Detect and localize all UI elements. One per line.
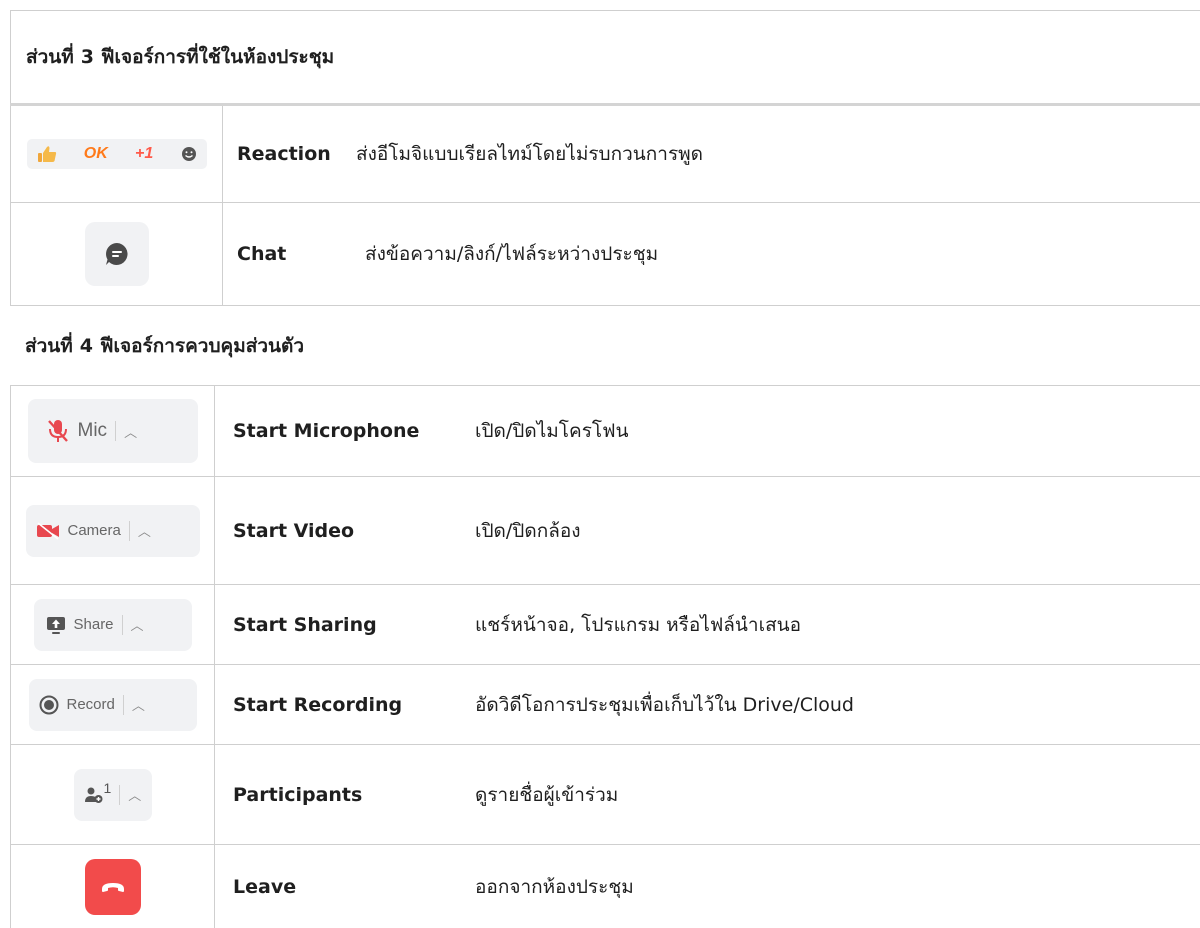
feature-description: ดูรายชื่อผู้เข้าร่วม xyxy=(475,783,619,806)
divider xyxy=(121,614,123,635)
section-prefix: ส่วนที่ xyxy=(26,46,74,68)
feature-name: Start Microphone xyxy=(233,420,420,442)
feature-row-recording: Record ︿ Start Recording อัดวิดีโอการประ… xyxy=(10,665,1200,744)
section-number: 3 xyxy=(80,46,95,68)
feature-row-sharing: Share ︿ Start Sharing แชร์หน้าจอ, โปรแกร… xyxy=(10,585,1200,664)
feature-document: ส่วนที่ 3 ฟีเจอร์การที่ใช้ในห้องประชุม O… xyxy=(10,10,1200,928)
chevron-up-icon[interactable]: ︿ xyxy=(128,785,141,804)
icon-cell xyxy=(11,203,223,305)
record-label: Record xyxy=(66,696,115,713)
feature-name: Start Video xyxy=(233,519,355,542)
feature-description: ออกจากห้องประชุม xyxy=(475,875,634,898)
share-screen-icon xyxy=(46,616,65,634)
feature-row-participants: 1 ︿ Participants ดูรายชื่อผู้เข้าร่วม xyxy=(10,745,1200,844)
feature-description: แชร์หน้าจอ, โปรแกรม หรือไฟล์นำเสนอ xyxy=(475,613,802,636)
icon-cell xyxy=(11,845,215,928)
feature-name: Participants xyxy=(233,783,363,806)
feature-row-leave: Leave ออกจากห้องประชุม xyxy=(10,845,1200,928)
chevron-up-icon[interactable]: ︿ xyxy=(138,521,151,540)
section-title: ฟีเจอร์การควบคุมส่วนตัว xyxy=(100,335,305,357)
icon-cell: OK +1 xyxy=(11,106,223,202)
camera-button[interactable]: Camera ︿ xyxy=(25,504,200,557)
share-label: Share xyxy=(73,616,114,633)
section-4-header: ส่วนที่ 4 ฟีเจอร์การควบคุมส่วนตัว xyxy=(10,306,1200,386)
reaction-button[interactable]: OK +1 xyxy=(26,139,207,169)
feature-row-reaction: OK +1 Reaction ส่งอีโมจิแบบเรียลไทม์โดยไ… xyxy=(10,106,1200,202)
icon-cell: Camera ︿ xyxy=(11,477,215,584)
icon-cell: Mic ︿ xyxy=(11,386,215,476)
leave-button[interactable] xyxy=(84,858,141,915)
thumbs-up-icon xyxy=(37,146,56,162)
participants-button[interactable]: 1 ︿ xyxy=(73,768,152,821)
mic-off-icon xyxy=(47,420,68,442)
chevron-up-icon[interactable]: ︿ xyxy=(131,615,144,634)
feature-name: Start Recording xyxy=(233,693,403,716)
feature-description: เปิด/ปิดกล้อง xyxy=(475,519,581,542)
chat-button[interactable] xyxy=(84,222,149,286)
mic-label: Mic xyxy=(77,420,108,441)
participant-count: 1 xyxy=(103,779,112,796)
plus-one-reaction: +1 xyxy=(135,145,154,162)
feature-row-microphone: Mic ︿ Start Microphone เปิด/ปิดไมโครโฟน xyxy=(10,386,1200,476)
feature-name: Start Sharing xyxy=(233,613,377,636)
mic-button[interactable]: Mic ︿ xyxy=(27,399,198,463)
camera-label: Camera xyxy=(67,522,121,539)
section-3-header: ส่วนที่ 3 ฟีเจอร์การที่ใช้ในห้องประชุม xyxy=(10,10,1200,104)
feature-name: Leave xyxy=(233,875,297,898)
smiley-icon xyxy=(181,147,196,161)
feature-description: ส่งอีโมจิแบบเรียลไทม์โดยไม่รบกวนการพูด xyxy=(356,143,704,165)
feature-row-video: Camera ︿ Start Video เปิด/ปิดกล้อง xyxy=(10,477,1200,584)
section-title: ฟีเจอร์การที่ใช้ในห้องประชุม xyxy=(101,46,335,68)
icon-cell: 1 ︿ xyxy=(11,745,215,844)
chevron-up-icon[interactable]: ︿ xyxy=(132,695,145,714)
icon-cell: Record ︿ xyxy=(11,665,215,744)
divider xyxy=(128,520,130,541)
feature-description: ส่งข้อความ/ลิงก์/ไฟล์ระหว่างประชุม xyxy=(365,243,659,265)
ok-reaction: OK xyxy=(83,145,108,162)
feature-name: Reaction xyxy=(237,143,331,165)
leave-call-icon xyxy=(101,882,124,892)
divider xyxy=(122,694,124,715)
icon-cell: Share ︿ xyxy=(11,585,215,664)
share-button[interactable]: Share ︿ xyxy=(33,598,192,651)
record-button[interactable]: Record ︿ xyxy=(28,678,197,731)
participants-icon-wrap: 1 xyxy=(84,780,111,804)
section-prefix: ส่วนที่ xyxy=(25,335,73,357)
feature-name: Chat xyxy=(237,243,287,265)
feature-description: เปิด/ปิดไมโครโฟน xyxy=(475,420,629,442)
feature-row-chat: Chat ส่งข้อความ/ลิงก์/ไฟล์ระหว่างประชุม xyxy=(10,203,1200,305)
feature-description: อัดวิดีโอการประชุมเพื่อเก็บไว้ใน Drive/C… xyxy=(475,693,854,716)
divider xyxy=(115,421,117,441)
chat-icon xyxy=(105,243,128,265)
divider xyxy=(119,784,121,805)
participants-icon xyxy=(84,787,102,803)
chevron-up-icon[interactable]: ︿ xyxy=(124,422,137,441)
section-number: 4 xyxy=(79,335,94,357)
record-icon xyxy=(39,695,58,714)
camera-off-icon xyxy=(36,521,59,540)
